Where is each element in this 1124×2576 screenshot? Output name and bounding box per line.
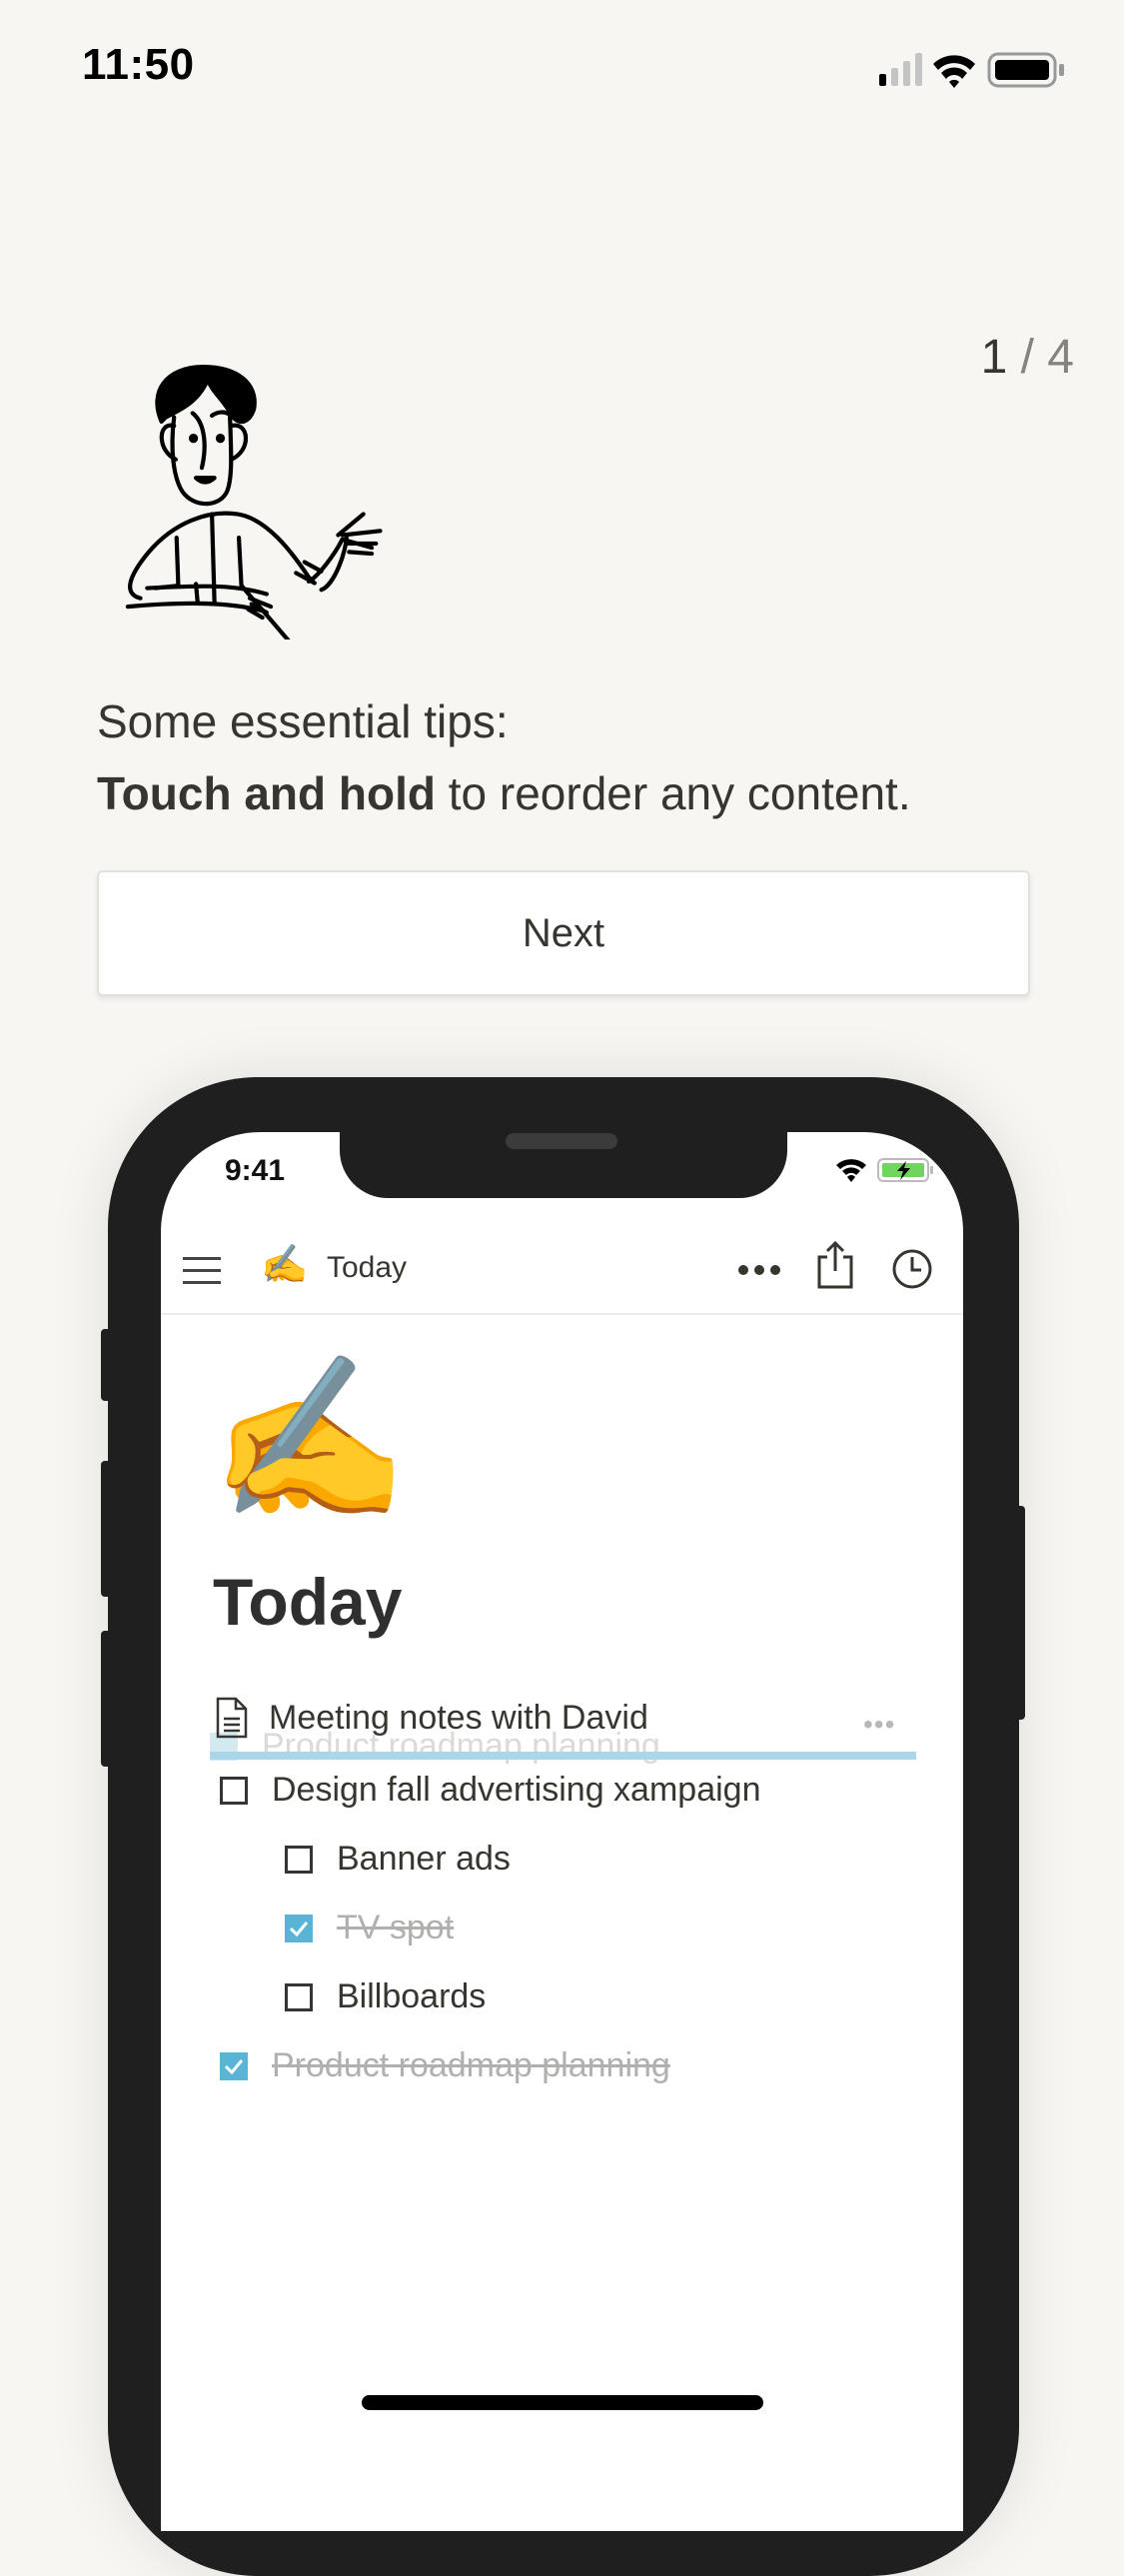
page-total: 4 — [1047, 331, 1074, 384]
nav-page-title[interactable]: Today — [327, 1251, 407, 1285]
todo-item[interactable]: Product roadmap planning — [220, 2046, 670, 2085]
dragged-page-item[interactable]: Meeting notes with David — [215, 1697, 648, 1739]
document-icon — [216, 1697, 248, 1739]
cellular-signal-icon — [879, 53, 922, 86]
home-indicator — [362, 2395, 763, 2410]
tip-rest: to reorder any content. — [435, 767, 911, 819]
nav-page-emoji: ✍️ — [261, 1244, 309, 1286]
mute-switch — [101, 1329, 111, 1401]
battery-charging-icon — [877, 1158, 933, 1182]
todo-label: Product roadmap planning — [272, 2046, 670, 2084]
todo-item[interactable]: Billboards — [285, 1977, 486, 2016]
history-clock-icon[interactable] — [890, 1247, 934, 1291]
next-button[interactable]: Next — [97, 870, 1030, 996]
device-screen — [161, 1132, 963, 2531]
todo-label: TV spot — [337, 1909, 455, 1946]
page-icon-emoji: ✍️ — [210, 1349, 410, 1528]
checkbox-unchecked[interactable] — [285, 1982, 313, 2011]
wifi-icon — [933, 55, 975, 88]
share-icon[interactable] — [815, 1239, 855, 1291]
preview-status-time: 9:41 — [225, 1154, 286, 1187]
checkbox-checked[interactable] — [285, 1914, 313, 1942]
preview-nav-bar: ✍️ Today — [161, 1229, 963, 1315]
status-icons — [879, 52, 1064, 88]
hamburger-menu-icon[interactable] — [181, 1253, 223, 1289]
device-speaker — [506, 1133, 617, 1149]
todo-label: Billboards — [337, 1977, 487, 2015]
preview-status-icons — [836, 1158, 933, 1182]
tip-emphasis: Touch and hold — [97, 767, 436, 819]
todo-item[interactable]: Design fall advertising xampaign — [220, 1771, 760, 1810]
todo-label: Banner ads — [337, 1840, 511, 1878]
person-presenting-illustration — [125, 365, 383, 640]
page-current: 1 — [980, 331, 1008, 384]
drop-indicator — [210, 1752, 916, 1760]
volume-down-button — [101, 1631, 111, 1767]
page-separator: / — [1007, 331, 1048, 384]
tips-intro: Some essential tips: — [97, 695, 509, 747]
power-button — [1015, 1506, 1025, 1720]
status-time: 11:50 — [82, 40, 195, 89]
checkmark-icon — [289, 1921, 309, 1936]
battery-icon — [987, 52, 1064, 88]
dragged-item-label: Meeting notes with David — [269, 1698, 648, 1737]
wifi-icon — [836, 1159, 866, 1182]
tips-text: Some essential tips: Touch and hold to r… — [97, 685, 911, 829]
todo-item[interactable]: TV spot — [285, 1909, 454, 1947]
checkmark-icon — [224, 2058, 244, 2074]
volume-up-button — [101, 1461, 111, 1597]
more-icon[interactable] — [737, 1263, 781, 1277]
todo-label: Design fall advertising xampaign — [272, 1771, 761, 1809]
page-indicator: 1 / 4 — [981, 330, 1074, 385]
tip-line: Touch and hold to reorder any content. — [97, 757, 911, 829]
drag-handle-icon[interactable]: ••• — [863, 1709, 895, 1741]
checkbox-unchecked[interactable] — [285, 1845, 313, 1874]
page-heading: Today — [213, 1565, 403, 1639]
checkbox-unchecked[interactable] — [220, 1776, 248, 1805]
checkbox-checked[interactable] — [220, 2051, 248, 2080]
todo-item[interactable]: Banner ads — [285, 1840, 511, 1879]
